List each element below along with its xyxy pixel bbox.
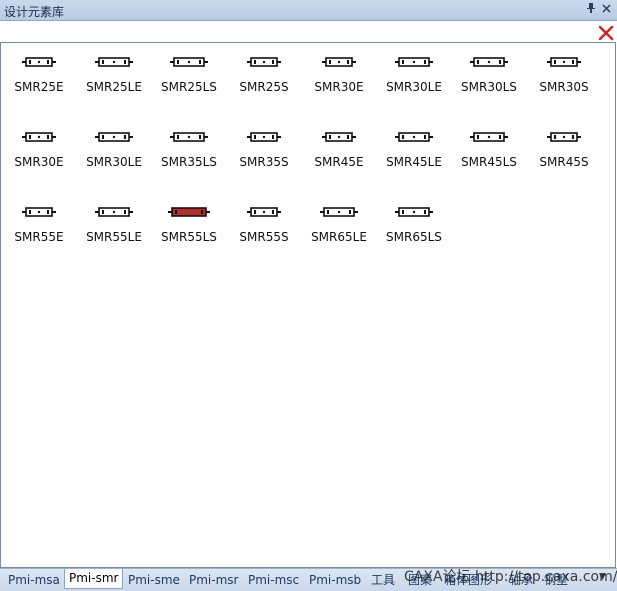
tab--[interactable]: 工具: [367, 571, 399, 589]
element-label: SMR30LE: [86, 155, 142, 169]
element-label: SMR30E: [314, 80, 364, 94]
block-icon: [247, 57, 281, 67]
block-icon: [95, 132, 133, 142]
element-item[interactable]: SMR25LS: [152, 51, 226, 111]
block-icon: [395, 132, 433, 142]
element-item[interactable]: SMR30LE: [77, 126, 151, 186]
element-label: SMR25S: [239, 80, 289, 94]
window-title: 设计元素库: [4, 5, 65, 19]
element-item[interactable]: SMR25LE: [77, 51, 151, 111]
block-icon: [22, 207, 56, 217]
tab-pmi-msa[interactable]: Pmi-msa: [4, 571, 64, 589]
tab-pmi-sme[interactable]: Pmi-sme: [124, 571, 184, 589]
element-item[interactable]: SMR30S: [527, 51, 601, 111]
element-item[interactable]: SMR55E: [2, 201, 76, 261]
block-icon: [395, 207, 433, 217]
element-item[interactable]: SMR30LS: [452, 51, 526, 111]
block-icon: [247, 132, 281, 142]
element-label: SMR30S: [539, 80, 589, 94]
element-item[interactable]: SMR45S: [527, 126, 601, 186]
watermark-text: CAXA论坛 http://top.caxa.com/: [404, 569, 617, 585]
element-item[interactable]: SMR55LE: [77, 201, 151, 261]
block-icon: [170, 132, 208, 142]
element-label: SMR45S: [539, 155, 589, 169]
red-close-icon[interactable]: [597, 24, 615, 42]
element-label: SMR45LE: [386, 155, 442, 169]
tab-pmi-msc[interactable]: Pmi-msc: [244, 571, 303, 589]
element-label: SMR30LE: [386, 80, 442, 94]
tab-pmi-msb[interactable]: Pmi-msb: [305, 571, 365, 589]
element-item[interactable]: SMR45LS: [452, 126, 526, 186]
element-label: SMR45E: [314, 155, 364, 169]
element-item[interactable]: SMR30E: [2, 126, 76, 186]
block-icon: [95, 207, 133, 217]
element-item[interactable]: SMR35S: [227, 126, 301, 186]
block-icon: [168, 207, 210, 217]
element-item[interactable]: SMR25E: [2, 51, 76, 111]
element-label: SMR25E: [14, 80, 64, 94]
title-bar: 设计元素库: [0, 0, 617, 21]
block-icon: [247, 207, 281, 217]
element-label: SMR30E: [14, 155, 64, 169]
block-icon: [470, 132, 508, 142]
tab-pmi-msr[interactable]: Pmi-msr: [185, 571, 242, 589]
element-item[interactable]: SMR45E: [302, 126, 376, 186]
element-label: SMR55S: [239, 230, 289, 244]
block-icon: [22, 132, 56, 142]
element-label: SMR55LE: [86, 230, 142, 244]
element-item[interactable]: SMR25S: [227, 51, 301, 111]
element-label: SMR55E: [14, 230, 64, 244]
element-item[interactable]: SMR65LE: [302, 201, 376, 261]
block-icon: [22, 57, 56, 67]
element-item[interactable]: SMR30LE: [377, 51, 451, 111]
element-label: SMR35LS: [161, 155, 217, 169]
element-label: SMR65LS: [386, 230, 442, 244]
block-icon: [547, 132, 581, 142]
element-item[interactable]: SMR35LS: [152, 126, 226, 186]
block-icon: [470, 57, 508, 67]
element-label: SMR25LS: [161, 80, 217, 94]
element-label: SMR65LE: [311, 230, 367, 244]
block-icon: [170, 57, 208, 67]
block-icon: [322, 57, 356, 67]
chevron-down-icon[interactable]: ▼: [599, 572, 606, 582]
element-item[interactable]: SMR45LE: [377, 126, 451, 186]
element-label: SMR45LS: [461, 155, 517, 169]
element-item[interactable]: SMR65LS: [377, 201, 451, 261]
element-item[interactable]: SMR30E: [302, 51, 376, 111]
close-icon[interactable]: [599, 2, 613, 17]
block-icon: [395, 57, 433, 67]
element-item[interactable]: SMR55S: [227, 201, 301, 261]
element-label: SMR30LS: [461, 80, 517, 94]
element-label: SMR35S: [239, 155, 289, 169]
element-grid: SMR25E SMR25LE SMR25LS SMR25S SMR30E SMR30LE S…: [0, 42, 616, 568]
element-label: SMR55LS: [161, 230, 217, 244]
block-icon: [320, 207, 358, 217]
block-icon: [547, 57, 581, 67]
tab-pmi-smr[interactable]: Pmi-smr: [64, 569, 124, 589]
element-item[interactable]: SMR55LS: [152, 201, 226, 261]
block-icon: [95, 57, 133, 67]
block-icon: [322, 132, 356, 142]
pin-icon[interactable]: [584, 2, 598, 17]
element-label: SMR25LE: [86, 80, 142, 94]
